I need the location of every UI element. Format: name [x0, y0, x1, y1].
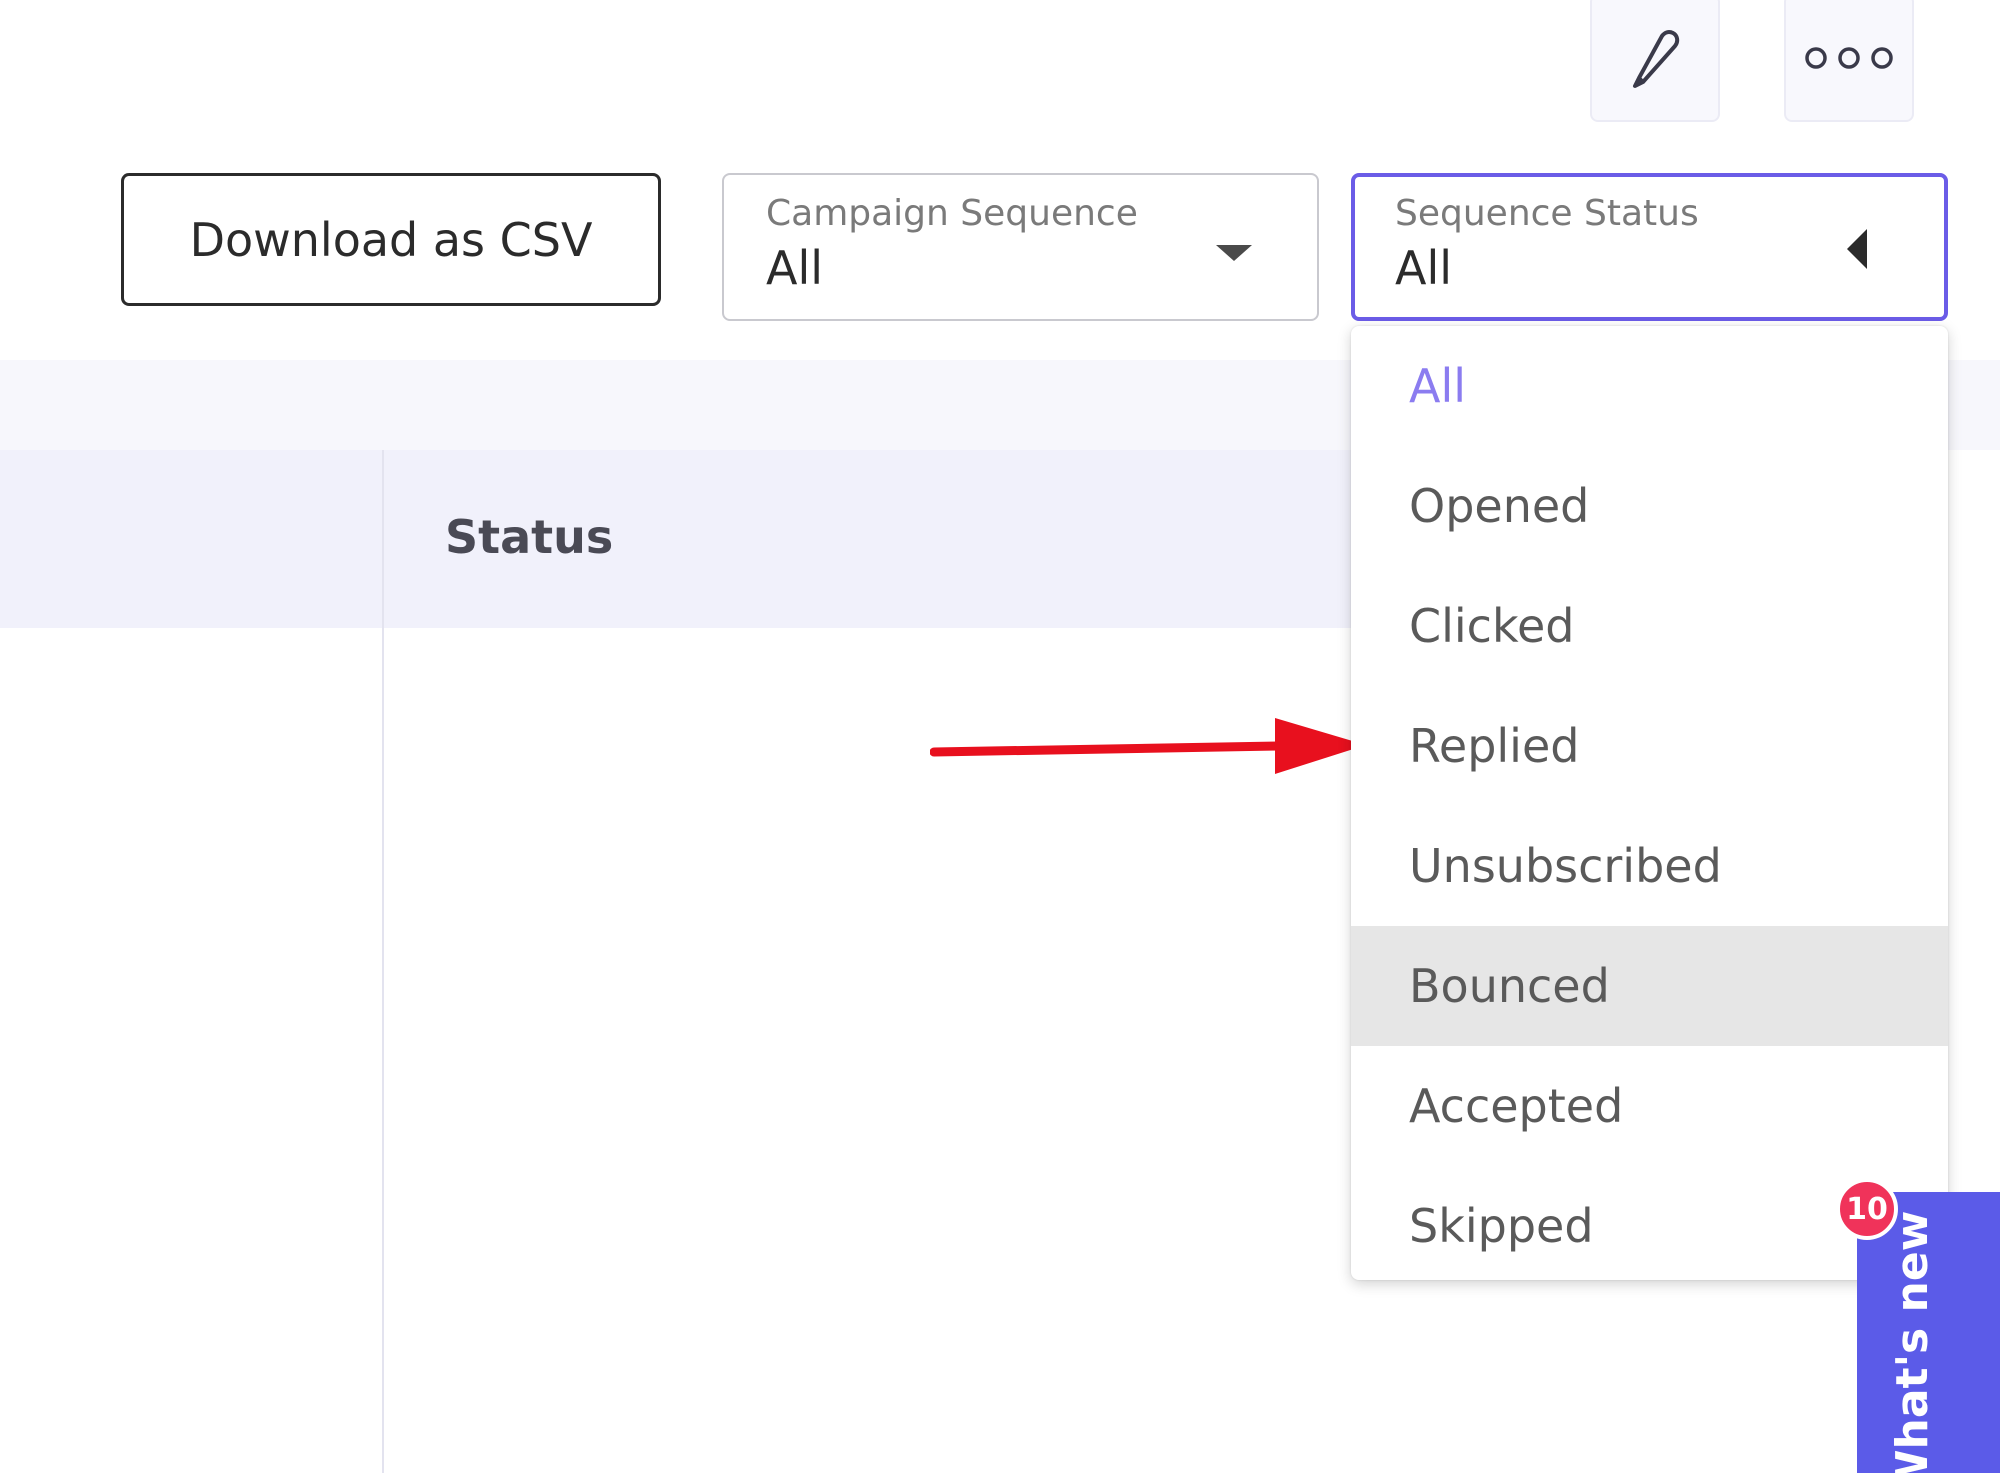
- dropdown-option-replied[interactable]: Replied: [1351, 686, 1948, 806]
- sequence-status-dropdown: All Opened Clicked Replied Unsubscribed …: [1351, 326, 1948, 1280]
- column-divider: [382, 450, 384, 1473]
- more-horizontal-icon: [1801, 43, 1897, 73]
- edit-button[interactable]: [1590, 0, 1720, 122]
- annotation-arrow-icon: [929, 710, 1370, 784]
- caret-left-icon: [1845, 227, 1869, 275]
- dropdown-option-unsubscribed[interactable]: Unsubscribed: [1351, 806, 1948, 926]
- sequence-status-value: All: [1395, 241, 1453, 295]
- dropdown-option-clicked[interactable]: Clicked: [1351, 566, 1948, 686]
- whats-new-label: What's new: [1886, 1210, 1938, 1473]
- download-csv-button[interactable]: Download as CSV: [121, 173, 661, 306]
- download-csv-label: Download as CSV: [189, 212, 593, 267]
- notification-badge: 10: [1836, 1178, 1898, 1240]
- sequence-status-label: Sequence Status: [1395, 193, 1699, 234]
- dropdown-option-accepted[interactable]: Accepted: [1351, 1046, 1948, 1166]
- pencil-icon: [1625, 26, 1685, 90]
- caret-down-icon: [1214, 243, 1254, 267]
- campaign-sequence-value: All: [766, 241, 824, 295]
- campaign-sequence-label: Campaign Sequence: [766, 193, 1138, 234]
- campaign-sequence-select[interactable]: Campaign Sequence All: [722, 173, 1319, 321]
- dropdown-option-opened[interactable]: Opened: [1351, 446, 1948, 566]
- more-options-button[interactable]: [1784, 0, 1914, 122]
- dropdown-option-bounced[interactable]: Bounced: [1351, 926, 1948, 1046]
- dropdown-option-all[interactable]: All: [1351, 326, 1948, 446]
- column-header-status[interactable]: Status: [445, 510, 613, 564]
- sequence-status-select[interactable]: Sequence Status All: [1351, 173, 1948, 321]
- page: Download as CSV Campaign Sequence All Se…: [0, 0, 2000, 1473]
